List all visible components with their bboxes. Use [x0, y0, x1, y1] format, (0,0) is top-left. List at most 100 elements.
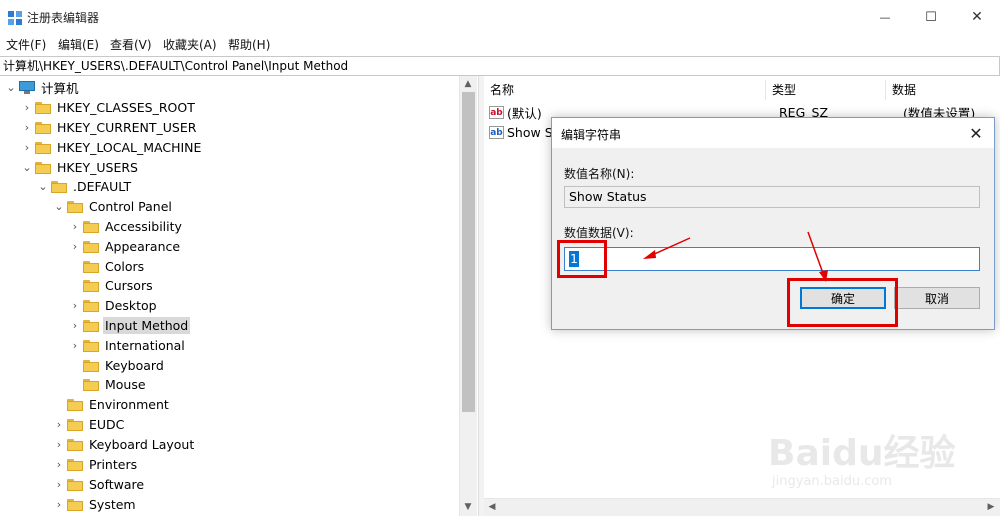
column-data[interactable]: 数据: [886, 80, 1000, 100]
tree-node-hkcu[interactable]: › HKEY_CURRENT_USER: [20, 118, 198, 137]
scroll-down-icon[interactable]: ▼: [460, 499, 476, 515]
tree-node-input-method[interactable]: › Input Method: [68, 316, 191, 335]
string-value-icon: ab: [489, 105, 504, 119]
maximize-icon: ☐: [925, 9, 937, 25]
key-tree: ⌄ 计算机 › HKEY_CLASSES_ROOT › HKEY_CURRENT…: [0, 76, 478, 516]
menu-help[interactable]: 帮助(H): [228, 36, 270, 53]
chevron-right-icon[interactable]: ›: [68, 217, 82, 236]
tree-node-eudc[interactable]: › EUDC: [52, 415, 126, 434]
tree-node-environment[interactable]: Environment: [52, 395, 171, 414]
close-button[interactable]: ✕: [954, 0, 1000, 34]
chevron-right-icon[interactable]: ›: [52, 475, 66, 494]
close-icon: ✕: [971, 9, 983, 25]
tree-node-accessibility[interactable]: › Accessibility: [68, 217, 184, 236]
tree-node-computer[interactable]: ⌄ 计算机: [4, 78, 81, 97]
tree-node-cursors[interactable]: Cursors: [68, 276, 155, 295]
tree-node-label: Accessibility: [105, 219, 182, 234]
edit-string-dialog: 编辑字符串 ✕ 数值名称(N): Show Status 数值数据(V): 1 …: [551, 117, 995, 330]
tree-node-label: International: [105, 338, 185, 353]
tree-node-appearance[interactable]: › Appearance: [68, 237, 182, 256]
folder-icon: [67, 458, 83, 471]
tree-node-label: HKEY_CLASSES_ROOT: [57, 100, 195, 115]
tree-node-label: Desktop: [105, 298, 157, 313]
menu-file[interactable]: 文件(F): [6, 36, 46, 53]
tree-node-label: Cursors: [105, 278, 153, 293]
tree-scrollbar[interactable]: ▲ ▼: [459, 76, 477, 516]
maximize-button[interactable]: ☐: [908, 0, 954, 34]
tree-node-label: Keyboard: [105, 358, 164, 373]
menu-view[interactable]: 查看(V): [110, 36, 152, 53]
folder-icon: [83, 260, 99, 273]
tree-node-keyboard[interactable]: Keyboard: [68, 356, 166, 375]
tree-node-international[interactable]: › International: [68, 336, 187, 355]
dialog-title: 编辑字符串: [561, 128, 622, 142]
tree-node-hklm[interactable]: › HKEY_LOCAL_MACHINE: [20, 138, 203, 157]
chevron-right-icon[interactable]: ›: [68, 316, 82, 335]
value-name-label: 数值名称(N):: [564, 167, 635, 181]
tree-node-mouse[interactable]: Mouse: [68, 375, 148, 394]
folder-icon: [67, 438, 83, 451]
tree-node-default[interactable]: ⌄ .DEFAULT: [36, 177, 133, 196]
column-type[interactable]: 类型: [766, 80, 886, 100]
chevron-right-icon[interactable]: ›: [68, 237, 82, 256]
chevron-right-icon[interactable]: ›: [68, 296, 82, 315]
minimize-button[interactable]: —: [862, 0, 908, 34]
tree-node-label: Software: [89, 477, 145, 492]
chevron-down-icon[interactable]: ⌄: [36, 177, 50, 196]
menu-edit[interactable]: 编辑(E): [58, 36, 99, 53]
ok-button[interactable]: 确定: [800, 287, 886, 309]
chevron-right-icon[interactable]: ›: [20, 98, 34, 117]
chevron-right-icon[interactable]: ›: [52, 495, 66, 514]
value-name-field: Show Status: [564, 186, 980, 208]
list-scrollbar[interactable]: ◀ ▶: [484, 498, 1000, 516]
chevron-right-icon[interactable]: ›: [52, 435, 66, 454]
address-bar[interactable]: 计算机\HKEY_USERS\.DEFAULT\Control Panel\In…: [0, 56, 1000, 76]
menu-bar: 文件(F) 编辑(E) 查看(V) 收藏夹(A) 帮助(H): [0, 34, 1000, 54]
tree-node-label: Appearance: [105, 239, 181, 254]
tree-node-software[interactable]: › Software: [52, 475, 146, 494]
tree-node-label: System: [89, 497, 136, 512]
tree-node-label: HKEY_LOCAL_MACHINE: [57, 140, 202, 155]
tree-node-hkcr[interactable]: › HKEY_CLASSES_ROOT: [20, 98, 197, 117]
chevron-down-icon[interactable]: ⌄: [4, 78, 18, 97]
scroll-up-icon[interactable]: ▲: [460, 76, 476, 92]
tree-node-label: Mouse: [105, 377, 146, 392]
watermark-url: jingyan.baidu.com: [772, 474, 892, 489]
folder-icon: [83, 339, 99, 352]
chevron-right-icon[interactable]: ›: [20, 118, 34, 137]
minimize-icon: —: [879, 10, 891, 24]
tree-node-colors[interactable]: Colors: [68, 257, 146, 276]
tree-node-label: .DEFAULT: [73, 179, 132, 194]
value-data-input[interactable]: 1: [564, 247, 980, 271]
tree-node-desktop[interactable]: › Desktop: [68, 296, 159, 315]
chevron-right-icon[interactable]: ›: [52, 415, 66, 434]
tree-node-hku[interactable]: ⌄ HKEY_USERS: [20, 158, 140, 177]
chevron-right-icon[interactable]: ›: [52, 455, 66, 474]
tree-node-label: Input Method: [103, 317, 191, 334]
menu-favorites[interactable]: 收藏夹(A): [163, 36, 217, 53]
baidu-watermark: Baidu经验 jingyan.baidu.com: [760, 418, 990, 498]
tree-node-system[interactable]: › System: [52, 495, 138, 514]
chevron-right-icon[interactable]: ›: [20, 138, 34, 157]
tree-node-keyboard-layout[interactable]: › Keyboard Layout: [52, 435, 196, 454]
scroll-thumb[interactable]: [462, 92, 475, 412]
scroll-right-icon[interactable]: ▶: [983, 499, 999, 515]
folder-icon: [35, 141, 51, 154]
watermark-brand: Baidu经验: [768, 433, 956, 474]
regedit-icon: [8, 11, 22, 25]
chevron-down-icon[interactable]: ⌄: [52, 197, 66, 216]
folder-icon: [67, 498, 83, 511]
tree-node-control-panel[interactable]: ⌄ Control Panel: [52, 197, 174, 216]
tree-node-label: Control Panel: [89, 199, 172, 214]
dialog-close-button[interactable]: ✕: [964, 122, 988, 144]
chevron-down-icon[interactable]: ⌄: [20, 158, 34, 177]
tree-node-label: 计算机: [41, 81, 79, 96]
tree-node-printers[interactable]: › Printers: [52, 455, 139, 474]
column-name[interactable]: 名称: [484, 80, 766, 100]
folder-icon: [83, 220, 99, 233]
folder-icon: [35, 101, 51, 114]
folder-icon: [67, 200, 83, 213]
scroll-left-icon[interactable]: ◀: [484, 499, 500, 515]
cancel-button[interactable]: 取消: [894, 287, 980, 309]
chevron-right-icon[interactable]: ›: [68, 336, 82, 355]
